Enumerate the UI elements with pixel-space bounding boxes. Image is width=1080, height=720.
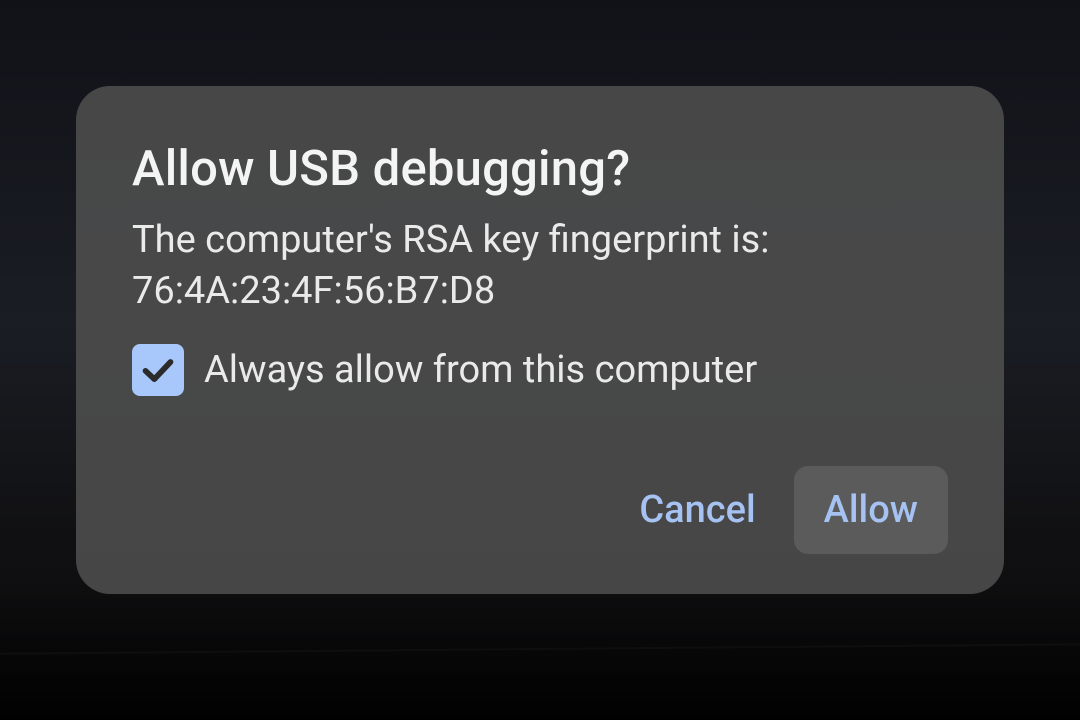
always-allow-label: Always allow from this computer [204, 348, 757, 392]
always-allow-row[interactable]: Always allow from this computer [132, 344, 948, 396]
dialog-title: Allow USB debugging? [132, 140, 948, 197]
dialog-message-line1: The computer's RSA key fingerprint is: [132, 218, 769, 262]
cancel-button[interactable]: Cancel [609, 466, 785, 554]
always-allow-checkbox[interactable] [132, 344, 184, 396]
dialog-message-line2: 76:4A:23:4F:56:B7:D8 [132, 269, 495, 313]
dialog-button-row: Cancel Allow [132, 466, 948, 554]
allow-button[interactable]: Allow [794, 466, 948, 554]
usb-debugging-dialog: Allow USB debugging? The computer's RSA … [76, 86, 1004, 594]
dialog-message: The computer's RSA key fingerprint is: 7… [132, 215, 948, 318]
check-icon [138, 350, 178, 390]
